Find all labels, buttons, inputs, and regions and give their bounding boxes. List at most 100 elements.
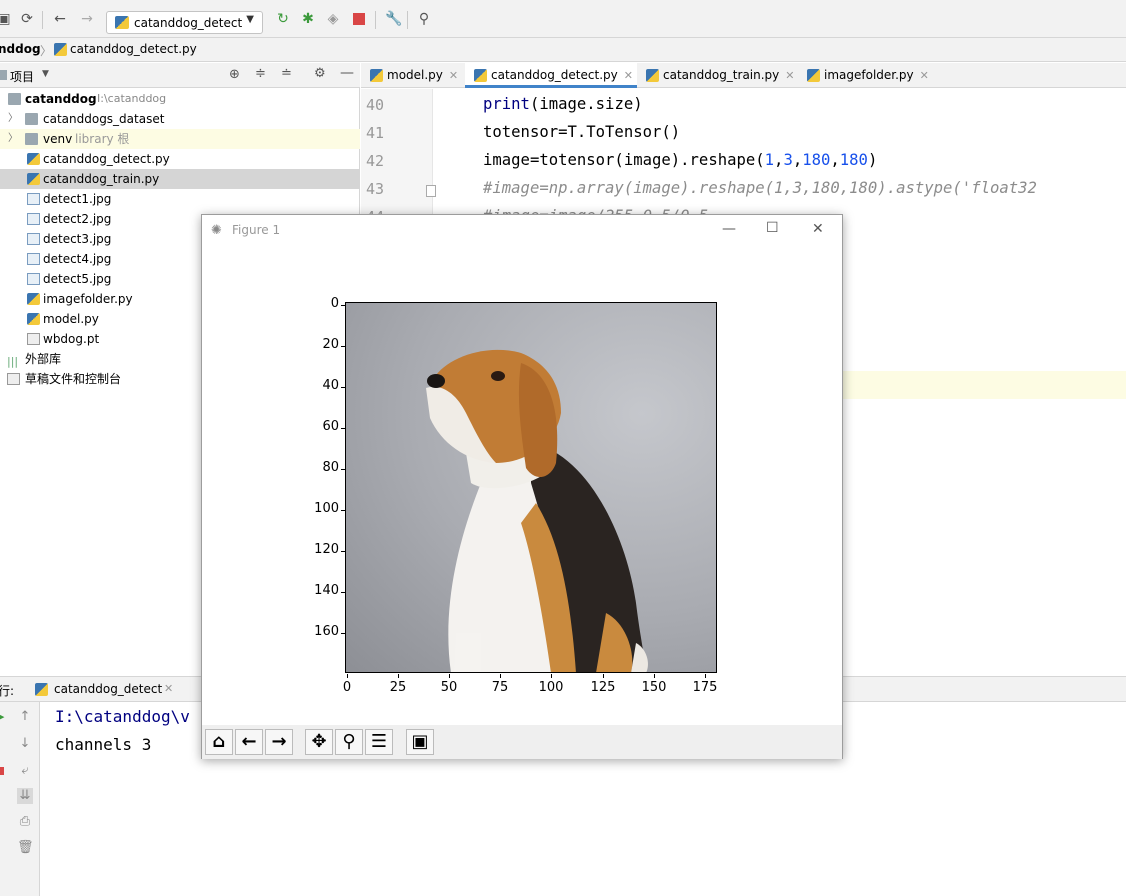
tab-model-py[interactable]: model.py ✕ [361,63,465,88]
search-icon[interactable]: ⚲ [416,11,432,27]
tab-label: model.py [387,68,443,82]
x-tick-mark [398,674,399,678]
print-icon[interactable]: ⎙ [17,814,33,830]
minimize-window-icon[interactable]: — [722,221,736,237]
tree-item-detect1[interactable]: detect1.jpg [0,189,360,209]
scroll-down-icon[interactable]: ↓ [17,736,33,752]
run-panel-sidebar: ↑ ↓ ⤶ ⇊ ⎙ 🗑 ▶ [0,702,40,896]
code-line-42[interactable]: image=totensor(image).reshape(1,3,180,18… [483,151,877,169]
chevron-down-icon[interactable]: ▼ [42,69,49,79]
figure-window[interactable]: ✺ Figure 1 — ☐ ✕ 0 20 40 60 80 100 120 1… [201,214,843,759]
tab-label: imagefolder.py [824,68,914,82]
run-tab-label[interactable]: catanddog_detect [54,682,162,696]
x-tick-label: 50 [440,680,458,695]
y-tick-mark [341,633,345,634]
y-tick-mark [341,592,345,593]
maximize-window-icon[interactable]: ☐ [766,220,779,236]
rerun-icon[interactable]: ↻ [275,11,291,27]
fold-marker-icon[interactable] [426,185,436,197]
scratches-icon [7,373,20,385]
back-icon[interactable]: ← [52,11,68,27]
close-icon[interactable]: ✕ [164,682,173,695]
tab-catanddog-detect-py[interactable]: catanddog_detect.py ✕ [465,63,637,88]
pan-icon[interactable]: ✥ [305,729,333,755]
code-line-43[interactable]: #image=np.array(image).reshape(1,3,180,1… [483,179,1037,197]
tree-item-label: detect5.jpg [43,272,112,286]
image-file-icon [27,193,40,205]
code-token: #image=np.array(image).reshape(1,3,180,1… [483,179,1037,197]
beagle-image [426,349,648,672]
close-icon[interactable]: ✕ [785,69,794,82]
console-line: I:\catanddog\v [55,707,190,726]
collapse-all-icon[interactable]: ≐ [281,66,292,81]
close-icon[interactable]: ✕ [449,69,458,82]
forward-icon[interactable]: → [79,11,95,27]
scroll-to-end-icon[interactable]: ⇊ [17,788,33,804]
tree-item-venv[interactable]: 〉 venv library 根 [0,129,360,149]
figure-toolbar: ⌂ ← → ✥ ⚲ ☰ ▣ [202,725,842,759]
tree-item-catanddog-detect[interactable]: catanddog_detect.py [0,149,360,169]
rerun-icon[interactable]: ▶ [0,710,4,723]
save-figure-icon[interactable]: ▣ [406,729,434,755]
soft-wrap-icon[interactable]: ⤶ [17,763,33,779]
locate-icon[interactable]: ⊕ [229,67,240,82]
tree-item-extra: library 根 [75,132,130,146]
expand-all-icon[interactable]: ≑ [255,66,266,81]
save-icon[interactable]: ▣ [0,11,12,27]
editor-tab-bar: model.py ✕ catanddog_detect.py ✕ catanddog… [361,63,1126,88]
trash-icon[interactable]: 🗑 [17,840,34,856]
figure-title: Figure 1 [232,223,281,237]
y-tick-label: 120 [314,542,339,557]
code-token: 3 [783,151,793,169]
y-tick-mark [341,510,345,511]
line-number: 42 [366,152,385,170]
configure-subplots-icon[interactable]: ☰ [365,729,393,755]
home-icon[interactable]: ⌂ [205,729,233,755]
scroll-up-icon[interactable]: ↑ [17,709,33,725]
chevron-right-icon[interactable]: 〉 [8,129,18,149]
y-tick-label: 0 [330,296,339,311]
zoom-icon[interactable]: ⚲ [335,729,363,755]
project-panel-title[interactable]: 项目 [10,68,34,85]
stop-icon[interactable] [0,767,4,775]
python-file-icon [27,153,40,165]
stop-icon[interactable] [351,11,367,27]
python-file-icon [27,313,40,325]
close-icon[interactable]: ✕ [920,69,929,82]
python-file-icon [370,69,383,82]
tree-item-catanddogs-dataset[interactable]: 〉 catanddogs_dataset [0,109,360,129]
forward-arrow-icon[interactable]: → [265,729,293,755]
breadcrumb-file[interactable]: catanddog_detect.py [70,42,197,56]
tab-catanddog-train-py[interactable]: catanddog_train.py ✕ [637,63,798,88]
tree-root-path: I:\catanddog [97,92,167,105]
plotted-image[interactable] [345,302,717,673]
y-tick-mark [341,346,345,347]
chevron-right-icon[interactable]: 〉 [8,109,18,129]
code-line-40[interactable]: print(image.size) [483,95,643,113]
image-file-icon [27,273,40,285]
back-arrow-icon[interactable]: ← [235,729,263,755]
minimize-icon[interactable]: — [340,65,354,81]
toolbar-separator [407,11,408,29]
close-window-icon[interactable]: ✕ [812,221,824,237]
line-number: 40 [366,96,385,114]
tree-root[interactable]: catanddog I:\catanddog [0,89,360,109]
tree-item-catanddog-train[interactable]: catanddog_train.py [0,169,360,189]
settings-wrench-icon[interactable]: 🔧 [385,11,402,27]
x-tick-mark [449,674,450,678]
run-configuration-select[interactable]: catanddog_detect ▼ [106,11,263,34]
code-token: 180 [839,151,868,169]
gear-icon[interactable]: ⚙ [314,66,326,81]
breadcrumb-project[interactable]: nddog [0,42,41,56]
tab-imagefolder-py[interactable]: imagefolder.py ✕ [798,63,933,88]
coverage-icon[interactable]: ◈ [325,11,341,27]
close-icon[interactable]: ✕ [624,69,633,82]
python-file-icon [807,69,820,82]
main-toolbar: ▣ ⟳ ← → catanddog_detect ▼ ↻ ✱ ◈ 🔧 ⚲ [0,0,1126,38]
debug-icon[interactable]: ✱ [300,11,316,27]
tree-item-label: imagefolder.py [43,292,133,306]
sync-icon[interactable]: ⟳ [19,11,35,27]
code-line-41[interactable]: totensor=T.ToTensor() [483,123,680,141]
python-file-icon [474,69,487,82]
tree-root-name: catanddog [25,92,97,106]
